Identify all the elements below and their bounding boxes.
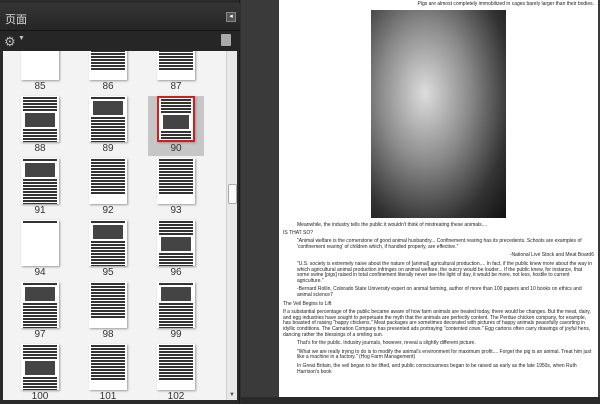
thumbnail-image [157, 220, 195, 266]
thumbnail-image [157, 96, 195, 142]
page-thumbnail[interactable]: 90 [148, 96, 204, 156]
page-thumbnail[interactable]: 101 [80, 344, 136, 400]
document-page: Pigs are almost completely immobilized i… [279, 0, 598, 397]
page-number: 86 [102, 81, 114, 92]
panel-title: 页面 [5, 14, 27, 26]
paragraph: "Animal welfare is the cornerstone of go… [297, 238, 582, 251]
thumbnail-list: ▼ 85 86 87 88 89 90 91 92 93 94 95 96 97 98 99 100 101 10… [3, 51, 237, 400]
page-thumbnail[interactable]: 99 [148, 282, 204, 342]
thumbnail-image [21, 158, 59, 204]
thumbnail-image [89, 96, 127, 142]
page-thumbnail[interactable]: 87 [148, 51, 204, 94]
page-number: 90 [170, 143, 182, 154]
panel-header: 页面 ◂ [0, 3, 240, 31]
thumbnail-image [89, 220, 127, 266]
thumbnail-image [89, 51, 127, 80]
page-thumbnail[interactable]: 95 [80, 220, 136, 280]
page-number: 102 [167, 391, 185, 400]
page-number: 93 [170, 205, 182, 216]
panel-toolbar: ⚙ ▼ [0, 31, 240, 51]
page-number: 95 [102, 267, 114, 278]
paragraph: IS THAT SO? [283, 230, 314, 237]
page-number: 97 [34, 329, 46, 340]
chevron-down-icon[interactable]: ▼ [18, 35, 25, 42]
page-thumbnail[interactable]: 91 [12, 158, 68, 218]
page-thumbnail[interactable]: 86 [80, 51, 136, 94]
thumbnail-image [89, 344, 127, 390]
page-number: 92 [102, 205, 114, 216]
page-thumbnail[interactable]: 93 [148, 158, 204, 218]
scroll-down-arrow-icon[interactable]: ▼ [229, 392, 235, 398]
paragraph: -Bernard Rollin, Colorado State Universi… [297, 286, 582, 299]
paragraph: The Veil Begins to Lift [283, 300, 332, 307]
page-thumbnail[interactable]: 92 [80, 158, 136, 218]
page-number: 89 [102, 143, 114, 154]
figure-caption: Pigs are almost completely immobilized i… [417, 1, 594, 7]
document-view: Pigs are almost completely immobilized i… [241, 0, 600, 404]
thumbnail-image [89, 158, 127, 204]
pages-panel: 页面 ◂ ⚙ ▼ ▼ 85 86 87 88 89 90 91 92 93 94 95 96 97 98 9… [0, 0, 240, 404]
thumbnail-image [21, 51, 59, 80]
page-number: 94 [34, 267, 46, 278]
pig-photo [371, 9, 506, 218]
page-thumbnail[interactable]: 98 [80, 282, 136, 342]
scrollbar[interactable]: ▼ [226, 51, 237, 400]
page-thumbnail[interactable]: 97 [12, 282, 68, 342]
page-thumbnail[interactable]: 88 [12, 96, 68, 156]
page-number: 98 [102, 329, 114, 340]
paragraph: In Great Britain, the veil began to be l… [297, 362, 577, 375]
paragraph: "U.S. society is extremely naive about t… [297, 260, 592, 285]
page-thumbnail[interactable]: 85 [12, 51, 68, 94]
page-number: 100 [31, 391, 49, 400]
collapse-panel-button[interactable]: ◂ [226, 12, 236, 22]
page-number: 88 [34, 143, 46, 154]
thumbnail-image [157, 51, 195, 80]
page-number: 85 [34, 81, 46, 92]
page-thumbnail[interactable]: 89 [80, 96, 136, 156]
scrollbar-thumb[interactable] [228, 184, 237, 204]
thumbnail-image [21, 344, 59, 390]
page-thumbnail[interactable]: 102 [148, 344, 204, 400]
page-number: 87 [170, 81, 182, 92]
thumbnail-image [21, 220, 59, 266]
paragraph: That's for the public. Industry journals… [297, 340, 476, 347]
page-thumbnail[interactable]: 100 [12, 344, 68, 400]
page-number: 96 [170, 267, 182, 278]
page-number: 101 [99, 391, 117, 400]
page-thumbnail[interactable]: 94 [12, 220, 68, 280]
thumbnail-image [157, 344, 195, 390]
page-number: 91 [34, 205, 46, 216]
thumbnail-image [89, 282, 127, 328]
paragraph: If a substantial percentage of the publi… [283, 308, 591, 339]
paragraph: Meanwhile, the industry tells the public… [297, 221, 488, 228]
bottom-bar [241, 397, 600, 404]
paragraph: "What we are really trying to do is to m… [297, 348, 592, 361]
thumbnail-image [21, 282, 59, 328]
thumbnail-image [157, 282, 195, 328]
page-number: 99 [170, 329, 182, 340]
gear-icon[interactable]: ⚙ [4, 34, 16, 50]
thumbnail-image [21, 96, 59, 142]
page-thumbnail[interactable]: 96 [148, 220, 204, 280]
paragraph: -National Live Stock and Meat Board6 [509, 252, 594, 259]
thumbnail-image [157, 158, 195, 204]
trash-icon[interactable] [221, 34, 231, 46]
